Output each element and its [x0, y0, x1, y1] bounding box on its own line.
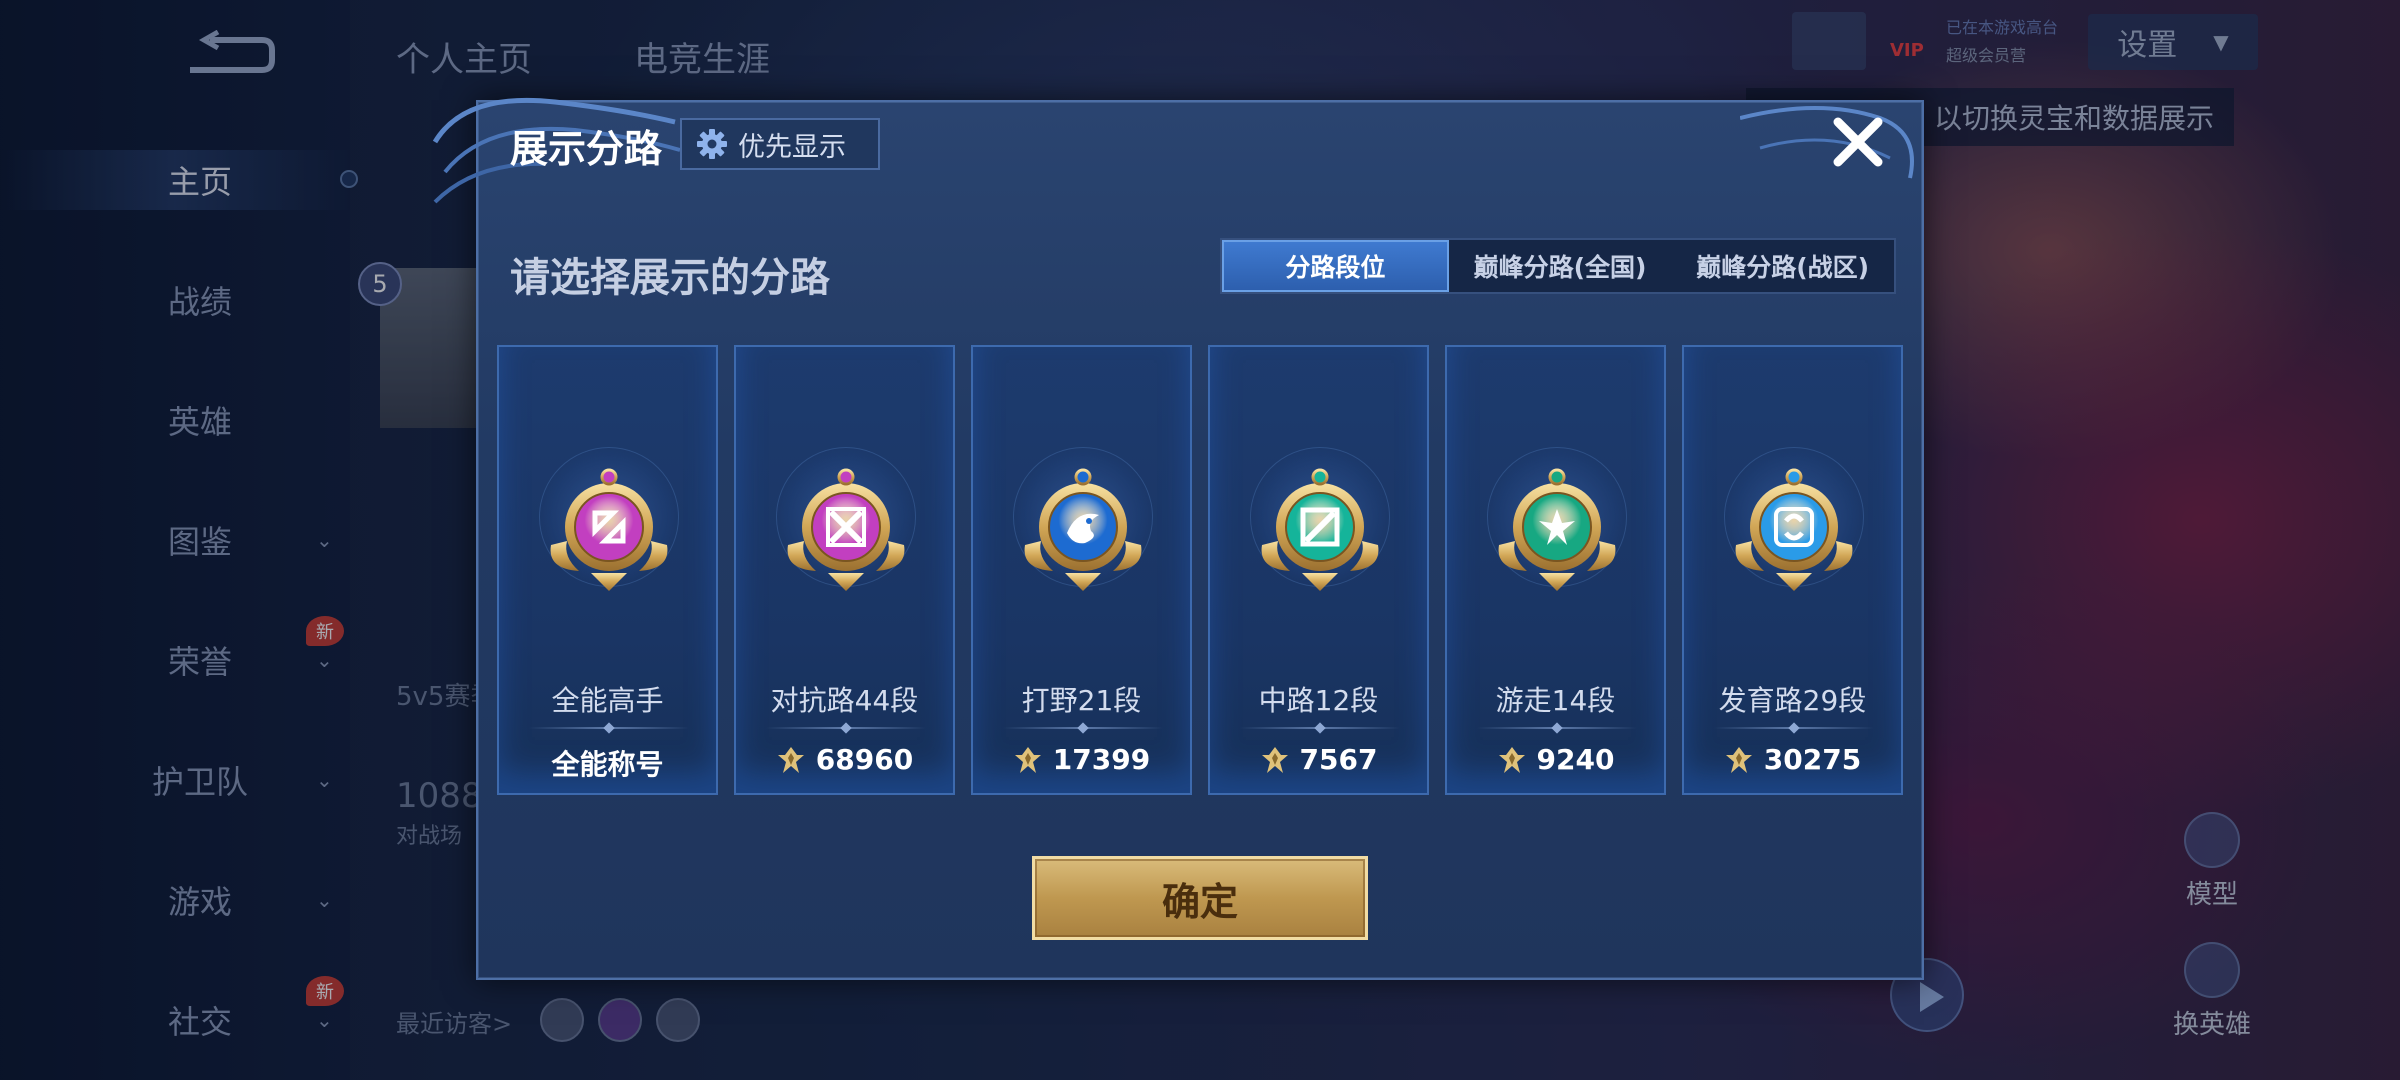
route-medal-icon: [1735, 468, 1853, 591]
route-name: 打野21段: [1021, 684, 1142, 717]
route-score: 7567: [1210, 743, 1427, 776]
route-score: 30275: [1684, 743, 1901, 776]
tab-peak-national[interactable]: 巅峰分路(全国): [1449, 240, 1672, 292]
route-score-value: 7567: [1299, 743, 1378, 776]
route-score-value: 9240: [1536, 743, 1615, 776]
route-name: 中路12段: [1258, 684, 1379, 717]
divider: [1477, 727, 1637, 729]
route-type-tabs: 分路段位 巅峰分路(全国) 巅峰分路(战区): [1220, 238, 1896, 294]
route-score: 17399: [973, 743, 1190, 776]
route-name: 全能高手: [551, 684, 664, 717]
route-medal-icon: [550, 468, 668, 591]
rank-points-icon: [1725, 746, 1752, 773]
route-medal-icon: [787, 468, 905, 591]
card-jungle[interactable]: 打野21段 17399: [971, 345, 1192, 795]
priority-display-label: 优先显示: [738, 131, 846, 163]
rank-points-icon: [777, 746, 804, 773]
select-route-heading: 请选择展示的分路: [510, 255, 830, 301]
route-score: 68960: [736, 743, 953, 776]
rank-points-icon: [1498, 746, 1525, 773]
route-score: 全能称号: [499, 743, 716, 783]
card-all-round[interactable]: 全能高手 全能称号: [497, 345, 718, 795]
route-medal-icon: [1498, 468, 1616, 591]
confirm-button[interactable]: 确定: [1032, 856, 1368, 940]
card-mid-lane[interactable]: 中路12段 7567: [1208, 345, 1429, 795]
rank-points-icon: [1261, 746, 1288, 773]
tab-peak-region[interactable]: 巅峰分路(战区): [1671, 240, 1894, 292]
route-name: 对抗路44段: [770, 684, 919, 717]
route-score: 9240: [1447, 743, 1664, 776]
divider: [1240, 727, 1400, 729]
rank-points-icon: [1014, 746, 1041, 773]
route-name: 发育路29段: [1718, 684, 1867, 717]
route-score-value: 68960: [815, 743, 914, 776]
gear-icon: [697, 129, 727, 159]
route-score-value: 全能称号: [551, 748, 664, 781]
route-score-value: 30275: [1763, 743, 1862, 776]
route-score-value: 17399: [1052, 743, 1151, 776]
card-roam[interactable]: 游走14段 9240: [1445, 345, 1666, 795]
divider: [1003, 727, 1163, 729]
close-icon[interactable]: [1828, 112, 1888, 172]
divider: [529, 727, 689, 729]
priority-display-button[interactable]: 优先显示: [680, 118, 880, 170]
route-name: 游走14段: [1495, 684, 1616, 717]
dialog-title: 展示分路: [510, 127, 663, 171]
card-farm-lane[interactable]: 发育路29段 30275: [1682, 345, 1903, 795]
route-medal-icon: [1261, 468, 1379, 591]
divider: [766, 727, 926, 729]
tab-route-rank[interactable]: 分路段位: [1222, 240, 1449, 292]
divider: [1714, 727, 1874, 729]
card-clash-lane[interactable]: 对抗路44段 68960: [734, 345, 955, 795]
route-medal-icon: [1024, 468, 1142, 591]
route-card-list: 全能高手 全能称号 对抗路44段 68960 打野21段 17399 中路12段…: [497, 345, 1903, 795]
